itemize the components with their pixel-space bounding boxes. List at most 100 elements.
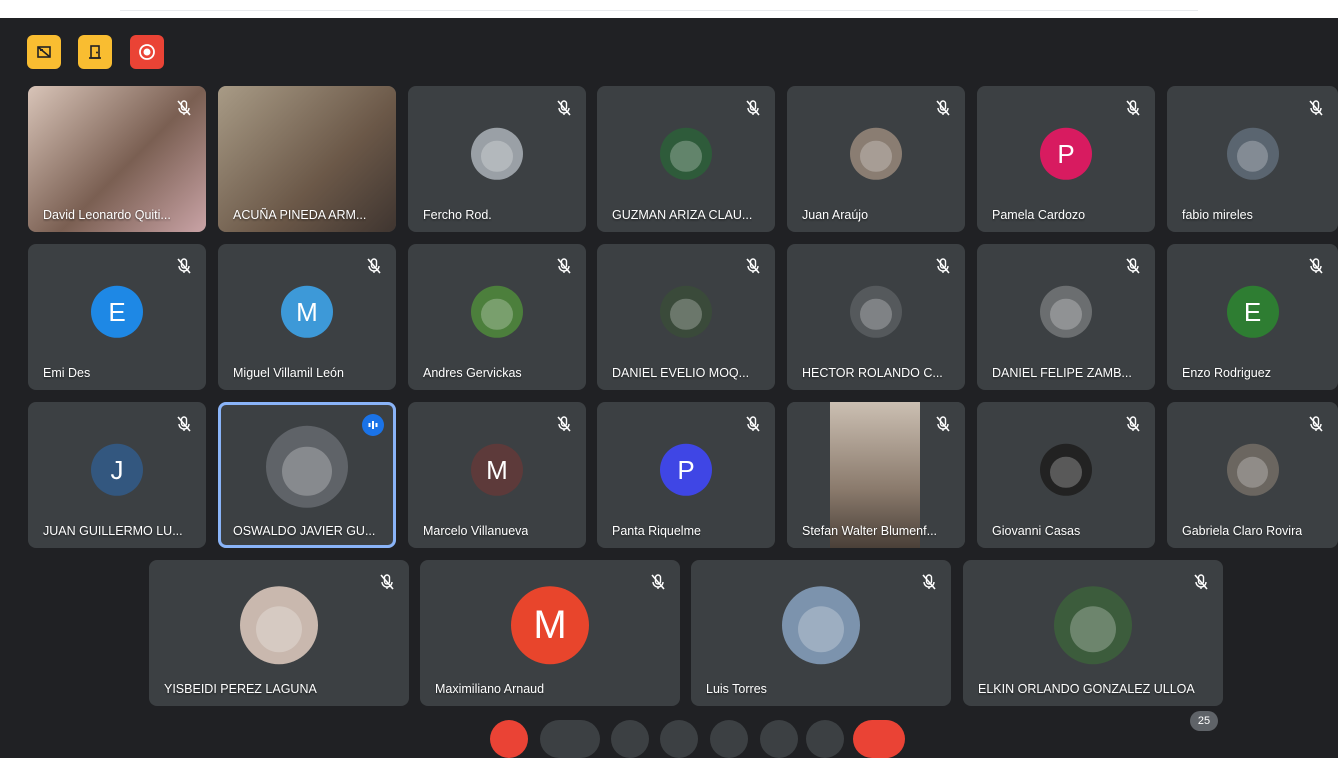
avatar-initial: M bbox=[511, 586, 589, 665]
mic-off-icon bbox=[1123, 256, 1143, 276]
more-options-button[interactable] bbox=[806, 720, 844, 758]
participant-tile[interactable]: M Marcelo Villanueva bbox=[408, 402, 586, 548]
avatar-initial: M bbox=[281, 285, 333, 338]
participant-tile[interactable]: OSWALDO JAVIER GU... bbox=[218, 402, 396, 548]
participant-name: ELKIN ORLANDO GONZALEZ ULLOA bbox=[978, 682, 1195, 696]
participant-name: YISBEIDI PEREZ LAGUNA bbox=[164, 682, 317, 696]
participant-tile[interactable]: fabio mireles bbox=[1167, 86, 1338, 232]
mic-off-icon bbox=[554, 98, 574, 118]
participant-tile[interactable]: Juan Araújo bbox=[787, 86, 965, 232]
avatar bbox=[850, 285, 902, 338]
participant-tile[interactable]: P Panta Riquelme bbox=[597, 402, 775, 548]
captions-button[interactable] bbox=[611, 720, 649, 758]
mic-off-icon bbox=[919, 572, 939, 592]
mic-off-icon bbox=[554, 256, 574, 276]
raise-hand-button[interactable] bbox=[760, 720, 798, 758]
participant-name: Marcelo Villanueva bbox=[423, 524, 529, 538]
avatar bbox=[266, 425, 348, 508]
participant-name: DANIEL FELIPE ZAMB... bbox=[992, 366, 1132, 380]
avatar-initial: P bbox=[1040, 127, 1092, 180]
avatar bbox=[660, 127, 712, 180]
camera-toggle-button[interactable] bbox=[540, 720, 600, 758]
avatar-initial: P bbox=[660, 443, 712, 496]
participant-name: fabio mireles bbox=[1182, 208, 1253, 222]
participant-name: Stefan Walter Blumenf... bbox=[802, 524, 938, 538]
mic-toggle-button[interactable] bbox=[490, 720, 528, 758]
mic-off-icon bbox=[1306, 414, 1326, 434]
participant-tile[interactable]: Giovanni Casas bbox=[977, 402, 1155, 548]
participant-tile[interactable]: Fercho Rod. bbox=[408, 86, 586, 232]
participant-name: Juan Araújo bbox=[802, 208, 869, 222]
avatar bbox=[1226, 443, 1279, 496]
mic-off-icon bbox=[554, 414, 574, 434]
participant-name: Andres Gervickas bbox=[423, 366, 522, 380]
participant-tile[interactable]: E Emi Des bbox=[28, 244, 206, 390]
mic-off-icon bbox=[174, 414, 194, 434]
participant-tile[interactable]: DANIEL FELIPE ZAMB... bbox=[977, 244, 1155, 390]
participant-name: Panta Riquelme bbox=[612, 524, 701, 538]
mic-off-icon bbox=[377, 572, 397, 592]
participant-count-badge: 25 bbox=[1190, 711, 1218, 731]
participant-name: GUZMAN ARIZA CLAU... bbox=[612, 208, 753, 222]
mic-off-icon bbox=[1123, 98, 1143, 118]
leave-call-button[interactable] bbox=[853, 720, 905, 758]
mic-off-icon bbox=[743, 98, 763, 118]
participant-tile[interactable]: HECTOR ROLANDO C... bbox=[787, 244, 965, 390]
door-icon[interactable] bbox=[78, 35, 112, 69]
participant-tile[interactable]: Gabriela Claro Rovira bbox=[1167, 402, 1338, 548]
mic-off-icon bbox=[933, 256, 953, 276]
mic-off-icon bbox=[1306, 98, 1326, 118]
mic-off-icon bbox=[933, 98, 953, 118]
participant-tile[interactable]: Andres Gervickas bbox=[408, 244, 586, 390]
participant-name: DANIEL EVELIO MOQ... bbox=[612, 366, 750, 380]
participant-tile[interactable]: ELKIN ORLANDO GONZALEZ ULLOA bbox=[963, 560, 1223, 706]
mic-off-icon bbox=[364, 256, 384, 276]
avatar bbox=[1054, 586, 1132, 665]
participant-name: Giovanni Casas bbox=[992, 524, 1081, 538]
avatar bbox=[471, 285, 523, 338]
participant-name: HECTOR ROLANDO C... bbox=[802, 366, 943, 380]
participant-tile[interactable]: Stefan Walter Blumenf... bbox=[787, 402, 965, 548]
mic-off-icon bbox=[743, 414, 763, 434]
mic-off-icon bbox=[1123, 414, 1143, 434]
avatar-initial: J bbox=[91, 443, 143, 496]
participant-tile[interactable]: E Enzo Rodriguez bbox=[1167, 244, 1338, 390]
avatar-initial: E bbox=[1226, 285, 1279, 338]
avatar bbox=[850, 127, 902, 180]
participant-tile[interactable]: M Maximiliano Arnaud bbox=[420, 560, 680, 706]
avatar-initial: E bbox=[91, 285, 143, 338]
mic-off-icon bbox=[1191, 572, 1211, 592]
mic-off-icon bbox=[743, 256, 763, 276]
participant-name: JUAN GUILLERMO LU... bbox=[43, 524, 183, 538]
record-icon[interactable] bbox=[130, 35, 164, 69]
participant-name: Maximiliano Arnaud bbox=[435, 682, 545, 696]
hide-video-icon[interactable] bbox=[27, 35, 61, 69]
participant-name: Pamela Cardozo bbox=[992, 208, 1086, 222]
participant-tile[interactable]: YISBEIDI PEREZ LAGUNA bbox=[149, 560, 409, 706]
participant-tile[interactable]: GUZMAN ARIZA CLAU... bbox=[597, 86, 775, 232]
avatar bbox=[1040, 285, 1092, 338]
participant-name: Gabriela Claro Rovira bbox=[1182, 524, 1303, 538]
participant-tile[interactable]: Luis Torres bbox=[691, 560, 951, 706]
avatar-initial: M bbox=[471, 443, 523, 496]
participant-tile[interactable]: M Miguel Villamil León bbox=[218, 244, 396, 390]
mic-off-icon bbox=[1306, 256, 1326, 276]
avatar bbox=[240, 586, 318, 665]
participant-name: Emi Des bbox=[43, 366, 91, 380]
speaking-indicator-icon bbox=[362, 414, 384, 436]
participant-tile[interactable]: David Leonardo Quiti... bbox=[28, 86, 206, 232]
participant-name: Enzo Rodriguez bbox=[1182, 366, 1271, 380]
participant-tile[interactable]: P Pamela Cardozo bbox=[977, 86, 1155, 232]
participant-name: Luis Torres bbox=[706, 682, 767, 696]
participant-tile[interactable]: DANIEL EVELIO MOQ... bbox=[597, 244, 775, 390]
reactions-button[interactable] bbox=[660, 720, 698, 758]
mic-off-icon bbox=[933, 414, 953, 434]
present-button[interactable] bbox=[710, 720, 748, 758]
participant-name: Fercho Rod. bbox=[423, 208, 492, 222]
participant-tile[interactable]: J JUAN GUILLERMO LU... bbox=[28, 402, 206, 548]
avatar bbox=[660, 285, 712, 338]
browser-top-strip bbox=[0, 0, 1338, 18]
participant-tile[interactable]: ACUÑA PINEDA ARM... bbox=[218, 86, 396, 232]
mic-off-icon bbox=[174, 98, 194, 118]
avatar bbox=[1226, 127, 1279, 180]
